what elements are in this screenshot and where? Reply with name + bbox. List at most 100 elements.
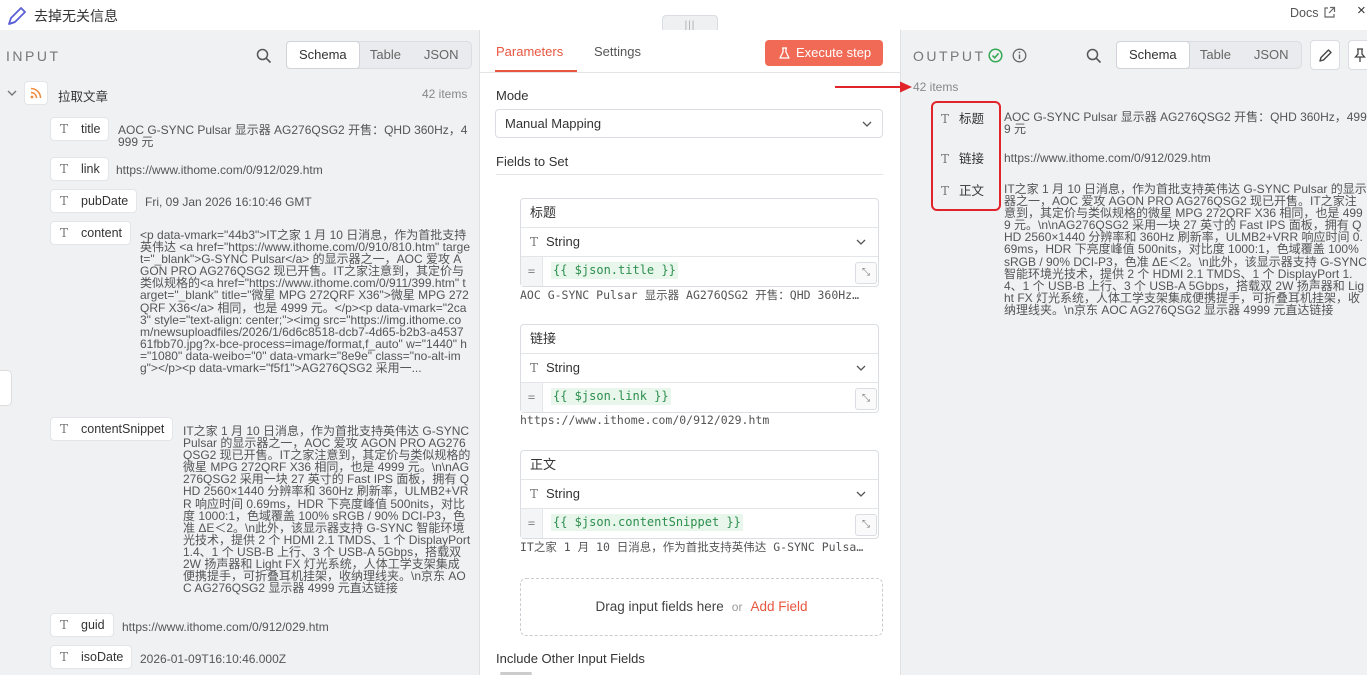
- field-value-contentsnippet: IT之家 1 月 10 日消息，作为首批支持英伟达 G-SYNC Pulsar …: [183, 425, 471, 596]
- tab-table[interactable]: Table: [360, 42, 412, 68]
- text-type-icon: T: [530, 361, 539, 375]
- flask-icon: [779, 47, 790, 59]
- drop-zone[interactable]: Drag input fields here or Add Field: [520, 578, 883, 636]
- tab-parameters[interactable]: Parameters: [496, 44, 563, 59]
- param-tabs: Parameters Settings Execute step: [480, 30, 900, 73]
- docs-link[interactable]: Docs: [1290, 6, 1318, 20]
- assignment-name-input[interactable]: 链接: [521, 325, 878, 354]
- assignment-name-input[interactable]: 正文: [521, 451, 878, 480]
- check-circle-icon: [988, 48, 1003, 63]
- input-panel: INPUT Schema Table JSON 拉取文章 42 items Tt…: [0, 30, 480, 675]
- field-name: guid: [81, 618, 105, 632]
- expression-mode-indicator: =: [521, 383, 543, 412]
- pin-data-button[interactable]: [1348, 40, 1367, 70]
- expand-editor-icon[interactable]: ⤡: [855, 514, 877, 536]
- drop-zone-or: or: [731, 600, 743, 614]
- assignment-value-input[interactable]: = {{ $json.contentSnippet }} ⤡: [521, 509, 878, 538]
- expand-editor-icon[interactable]: ⤡: [855, 262, 877, 284]
- include-other-fields-label: Include Other Input Fields: [496, 651, 645, 666]
- field-chip-title[interactable]: Ttitle: [50, 117, 110, 141]
- field-value-guid: https://www.ithome.com/0/912/029.htm: [122, 620, 329, 634]
- pin-icon: [1354, 48, 1366, 62]
- expression-preview: IT之家 1 月 10 日消息，作为首批支持英伟达 G-SYNC Pulsa…: [520, 540, 864, 554]
- output-value-title: AOC G-SYNC Pulsar 显示器 AG276QSG2 开售：QHD 3…: [1004, 110, 1367, 137]
- assignment-type: String: [546, 486, 580, 501]
- assignment-type-select[interactable]: T String: [521, 354, 878, 383]
- assignment-name-input[interactable]: 标题: [521, 199, 878, 228]
- field-chip-contentsnippet[interactable]: TcontentSnippet: [50, 417, 174, 441]
- assignment-type-select[interactable]: T String: [521, 480, 878, 509]
- input-view-tabs: Schema Table JSON: [286, 41, 472, 69]
- chevron-down-icon: [856, 365, 866, 371]
- tab-json[interactable]: JSON: [1241, 42, 1301, 68]
- field-chip-link[interactable]: Tlink: [50, 157, 109, 181]
- field-value-link: https://www.ithome.com/0/912/029.htm: [116, 163, 323, 177]
- info-icon[interactable]: [1012, 48, 1027, 63]
- collapse-handle[interactable]: [0, 370, 12, 406]
- chevron-down-icon[interactable]: [7, 90, 17, 97]
- tab-schema[interactable]: Schema: [1116, 41, 1190, 69]
- expression-preview: https://www.ithome.com/0/912/029.htm: [520, 413, 770, 427]
- field-chip-guid[interactable]: Tguid: [50, 613, 114, 637]
- pencil-icon: [8, 7, 26, 25]
- mode-value: Manual Mapping: [505, 116, 602, 131]
- search-icon[interactable]: [1086, 48, 1102, 64]
- node-title[interactable]: 去掉无关信息: [34, 6, 118, 26]
- input-item-count: 42 items: [422, 87, 468, 101]
- pencil-icon: [1319, 49, 1332, 62]
- external-link-icon[interactable]: [1323, 6, 1336, 19]
- annotation-arrow: [835, 81, 912, 93]
- field-chip-content[interactable]: Tcontent: [50, 221, 132, 245]
- field-value-title: AOC G-SYNC Pulsar 显示器 AG276QSG2 开售：QHD 3…: [118, 123, 468, 150]
- field-name: pubDate: [81, 194, 129, 208]
- expression-text: {{ $json.contentSnippet }}: [551, 514, 743, 531]
- field-chip-pubdate[interactable]: TpubDate: [50, 189, 138, 213]
- assignment-type-select[interactable]: T String: [521, 228, 878, 257]
- fields-to-set-label: Fields to Set: [496, 154, 569, 169]
- field-name: contentSnippet: [81, 422, 165, 436]
- field-name: content: [81, 226, 123, 240]
- field-value-content: <p data-vmark="44b3">IT之家 1 月 10 日消息，作为首…: [140, 229, 470, 376]
- search-icon[interactable]: [256, 48, 272, 64]
- output-view-tabs: Schema Table JSON: [1116, 41, 1302, 69]
- output-title: OUTPUT: [913, 48, 986, 64]
- mode-select[interactable]: Manual Mapping: [495, 109, 883, 138]
- chevron-down-icon: [856, 239, 866, 245]
- text-type-icon: T: [530, 235, 539, 249]
- execute-step-button[interactable]: Execute step: [765, 40, 883, 66]
- execute-step-label: Execute step: [796, 45, 872, 60]
- tab-table[interactable]: Table: [1190, 42, 1242, 68]
- annotation-highlight-box: [931, 101, 1001, 211]
- assignment-value-input[interactable]: = {{ $json.link }} ⤡: [521, 383, 878, 412]
- tab-json[interactable]: JSON: [411, 42, 471, 68]
- parameters-panel: Parameters Settings Execute step Mode Ma…: [480, 30, 900, 675]
- tab-schema[interactable]: Schema: [286, 41, 360, 69]
- output-value-body: IT之家 1 月 10 日消息，作为首批支持英伟达 G-SYNC Pulsar …: [1004, 183, 1367, 317]
- assignment-card: 正文 T String = {{ $json.contentSnippet }} …: [520, 450, 879, 539]
- add-field-link[interactable]: Add Field: [750, 599, 807, 614]
- text-type-icon: T: [59, 194, 68, 208]
- expression-text: {{ $json.title }}: [551, 262, 678, 279]
- field-name: isoDate: [81, 650, 124, 664]
- text-type-icon: T: [530, 487, 539, 501]
- input-node-name: 拉取文章: [58, 90, 109, 104]
- text-type-icon: T: [59, 618, 68, 632]
- rss-icon: [30, 87, 42, 99]
- edit-output-button[interactable]: [1310, 40, 1340, 70]
- field-name: link: [81, 162, 100, 176]
- output-item-count: 42 items: [913, 80, 959, 94]
- tab-settings[interactable]: Settings: [594, 44, 641, 59]
- expand-editor-icon[interactable]: ⤡: [855, 388, 877, 410]
- assignment-value-input[interactable]: = {{ $json.title }} ⤡: [521, 257, 878, 286]
- close-icon[interactable]: ×: [1357, 2, 1366, 19]
- assignment-card: 标题 T String = {{ $json.title }} ⤡: [520, 198, 879, 287]
- text-type-icon: T: [59, 226, 68, 240]
- divider: [496, 174, 883, 175]
- expression-text: {{ $json.link }}: [551, 388, 671, 405]
- drop-zone-text: Drag input fields here: [595, 599, 724, 614]
- expression-mode-indicator: =: [521, 509, 543, 538]
- field-value-pubdate: Fri, 09 Jan 2026 16:10:46 GMT: [145, 195, 312, 209]
- output-value-link: https://www.ithome.com/0/912/029.htm: [1004, 151, 1211, 165]
- input-title: INPUT: [6, 48, 61, 64]
- field-chip-isodate[interactable]: TisoDate: [50, 645, 133, 669]
